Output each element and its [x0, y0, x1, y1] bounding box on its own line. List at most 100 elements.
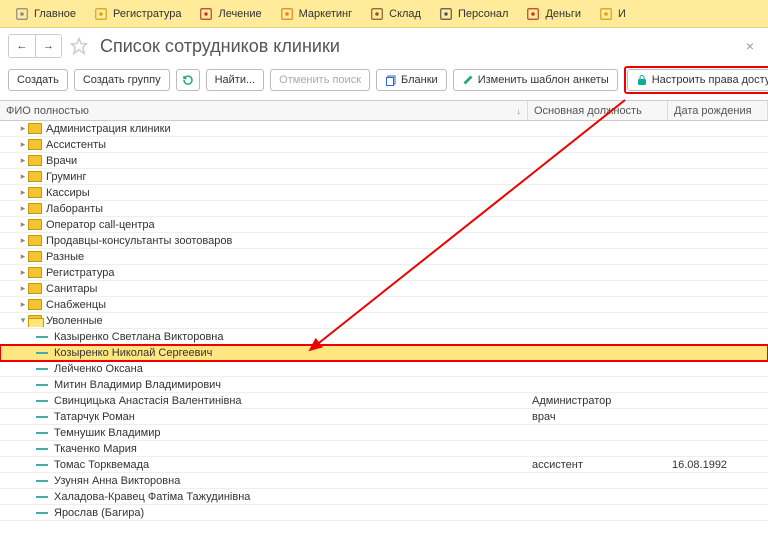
- folder-icon: [28, 235, 42, 246]
- access-rights-button[interactable]: Настроить права доступа: [627, 69, 768, 91]
- topmenu-И[interactable]: И: [590, 0, 635, 27]
- folder-row[interactable]: ▸ Регистратура: [0, 265, 768, 281]
- cell-name: Козыренко Николай Сергеевич: [0, 347, 528, 359]
- row-name-text: Регистратура: [46, 267, 114, 279]
- folder-row[interactable]: ▸Санитары: [0, 281, 768, 297]
- cell-name: ▸Администрация клиники: [0, 123, 528, 135]
- expander-icon[interactable]: ▸: [18, 235, 28, 246]
- cell-name: Узунян Анна Викторовна: [0, 475, 528, 487]
- person-row[interactable]: Козыренко Николай Сергеевич: [0, 345, 768, 361]
- person-row[interactable]: Томас Торквемада ассистент16.08.1992: [0, 457, 768, 473]
- person-row[interactable]: Казыренко Светлана Викторовна: [0, 329, 768, 345]
- create-button[interactable]: Создать: [8, 69, 68, 91]
- expander-icon[interactable]: ▸: [18, 251, 28, 262]
- topmenu-icon: [526, 7, 540, 21]
- cell-dob: 16.08.1992: [668, 459, 768, 471]
- folder-row[interactable]: ▸ Оператор call-центра: [0, 217, 768, 233]
- expander-icon[interactable]: ▸: [18, 299, 28, 310]
- cell-name: Митин Владимир Владимирович: [0, 379, 528, 391]
- folder-icon: [28, 315, 42, 326]
- column-position[interactable]: Основная должность: [528, 101, 668, 120]
- folder-row[interactable]: ▸Кассиры: [0, 185, 768, 201]
- expander-icon[interactable]: ▾: [18, 315, 28, 326]
- row-name-text: Оператор call-центра: [46, 219, 155, 231]
- topmenu-Маркетинг[interactable]: Маркетинг: [271, 0, 361, 27]
- topmenu-Главное[interactable]: Главное: [6, 0, 85, 27]
- folder-row[interactable]: ▸ Ассистенты: [0, 137, 768, 153]
- cell-position: ассистент: [528, 459, 668, 471]
- person-row[interactable]: Митин Владимир Владимирович: [0, 377, 768, 393]
- row-name-text: Ассистенты: [46, 139, 106, 151]
- row-name-text: Халадова-Кравец Фатіма Тажудинівна: [54, 491, 250, 503]
- folder-row[interactable]: ▸ Груминг: [0, 169, 768, 185]
- folder-row[interactable]: ▸Снабженцы: [0, 297, 768, 313]
- blanks-label: Бланки: [401, 74, 438, 86]
- row-name-text: Продавцы-консультанты зоотоваров: [46, 235, 232, 247]
- expander-icon[interactable]: ▸: [18, 267, 28, 278]
- access-rights-highlight: Настроить права доступа: [624, 66, 768, 94]
- nav-back-button[interactable]: ←: [9, 35, 35, 57]
- access-rights-label: Настроить права доступа: [652, 74, 768, 86]
- topmenu-Персонал[interactable]: Персонал: [430, 0, 518, 27]
- item-icon: [36, 432, 48, 434]
- folder-icon: [28, 283, 42, 294]
- row-name-text: Груминг: [46, 171, 87, 183]
- folder-row[interactable]: ▸ Продавцы-консультанты зоотоваров: [0, 233, 768, 249]
- folder-icon: [28, 267, 42, 278]
- folder-icon: [28, 171, 42, 182]
- column-name[interactable]: ФИО полностью ↓: [0, 101, 528, 120]
- find-button[interactable]: Найти...: [206, 69, 265, 91]
- folder-row[interactable]: ▸Разные: [0, 249, 768, 265]
- expander-icon[interactable]: ▸: [18, 219, 28, 230]
- edit-template-button[interactable]: Изменить шаблон анкеты: [453, 69, 618, 91]
- person-row[interactable]: Темнушик Владимир: [0, 425, 768, 441]
- person-row[interactable]: Ткаченко Мария: [0, 441, 768, 457]
- topmenu-icon: [15, 7, 29, 21]
- folder-row[interactable]: ▸Администрация клиники: [0, 121, 768, 137]
- row-name-text: Козыренко Николай Сергеевич: [54, 347, 212, 359]
- person-row[interactable]: Лейченко Оксана: [0, 361, 768, 377]
- folder-row[interactable]: ▾Уволенные: [0, 313, 768, 329]
- topmenu-Лечение[interactable]: Лечение: [190, 0, 270, 27]
- item-icon: [36, 352, 48, 354]
- person-row[interactable]: Халадова-Кравец Фатіма Тажудинівна: [0, 489, 768, 505]
- expander-icon[interactable]: ▸: [18, 187, 28, 198]
- cell-name: Татарчук Роман: [0, 411, 528, 423]
- topmenu-label: Регистратура: [113, 8, 181, 20]
- topmenu-label: Маркетинг: [299, 8, 352, 20]
- header-row: ← → Список сотрудников клиники ×: [0, 28, 768, 62]
- person-row[interactable]: Татарчук Романврач: [0, 409, 768, 425]
- cell-name: Темнушик Владимир: [0, 427, 528, 439]
- favorite-star-icon[interactable]: [68, 35, 90, 57]
- nav-forward-button[interactable]: →: [35, 35, 61, 57]
- create-group-button[interactable]: Создать группу: [74, 69, 170, 91]
- folder-row[interactable]: ▸Врачи: [0, 153, 768, 169]
- cancel-search-button[interactable]: Отменить поиск: [270, 69, 370, 91]
- person-row[interactable]: Ярослав (Багира): [0, 505, 768, 521]
- item-icon: [36, 336, 48, 338]
- expander-icon[interactable]: ▸: [18, 203, 28, 214]
- app-root: Главное Регистратура Лечение Маркетинг Склад…: [0, 0, 768, 551]
- expander-icon[interactable]: ▸: [18, 123, 28, 134]
- topmenu-Склад[interactable]: Склад: [361, 0, 430, 27]
- expander-icon[interactable]: ▸: [18, 171, 28, 182]
- item-icon: [36, 480, 48, 482]
- blanks-button[interactable]: Бланки: [376, 69, 447, 91]
- cell-name: ▸Снабженцы: [0, 299, 528, 311]
- expander-icon[interactable]: ▸: [18, 155, 28, 166]
- column-name-label: ФИО полностью: [6, 105, 89, 117]
- expander-icon[interactable]: ▸: [18, 139, 28, 150]
- refresh-button[interactable]: [176, 69, 200, 91]
- person-row[interactable]: Узунян Анна Викторовна: [0, 473, 768, 489]
- expander-icon[interactable]: ▸: [18, 283, 28, 294]
- close-button[interactable]: ×: [740, 38, 760, 54]
- topmenu-Деньги[interactable]: Деньги: [517, 0, 590, 27]
- folder-row[interactable]: ▸Лаборанты: [0, 201, 768, 217]
- column-dob[interactable]: Дата рождения: [668, 101, 768, 120]
- folder-icon: [28, 139, 42, 150]
- cell-name: ▸ Оператор call-центра: [0, 219, 528, 231]
- row-name-text: Томас Торквемада: [54, 459, 149, 471]
- topmenu-Регистратура[interactable]: Регистратура: [85, 0, 190, 27]
- grid-body: ▸Администрация клиники▸Ассистенты▸Врачи▸…: [0, 121, 768, 551]
- person-row[interactable]: Свинцицька Анастасія ВалентинівнаАдминис…: [0, 393, 768, 409]
